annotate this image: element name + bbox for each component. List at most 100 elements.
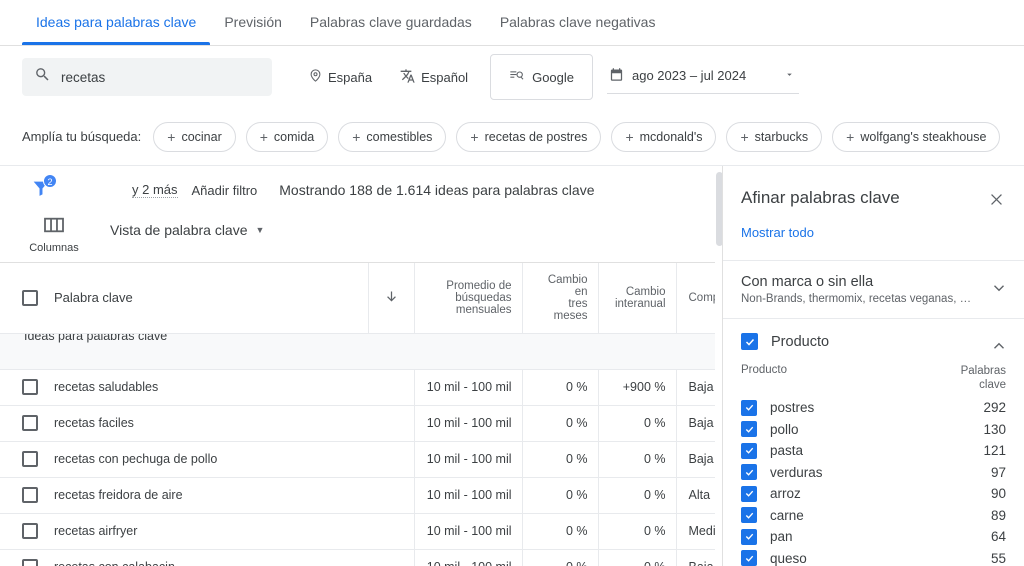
expand-chip-recetas-de-postres[interactable]: + recetas de postres bbox=[456, 121, 602, 152]
change-3m-line1: Cambio en bbox=[547, 273, 588, 298]
product-checkbox[interactable] bbox=[741, 442, 757, 459]
location-selector[interactable]: España bbox=[294, 59, 386, 95]
date-range-selector[interactable]: ago 2023 – jul 2024 bbox=[607, 60, 800, 94]
product-name: pollo bbox=[770, 421, 799, 437]
cell-change-yoy: 0 % bbox=[597, 549, 676, 566]
product-count: 64 bbox=[990, 529, 1006, 544]
product-item-arroz[interactable]: arroz 90 bbox=[741, 483, 1006, 505]
product-name: queso bbox=[770, 550, 807, 566]
keyword-label: recetas con calabacin bbox=[54, 560, 175, 566]
language-label: Español bbox=[421, 69, 469, 85]
cell-avg-searches: 10 mil - 100 mil bbox=[413, 405, 522, 442]
columns-button[interactable]: Columnas bbox=[24, 214, 84, 254]
tab-palabras-clave-guardadas[interactable]: Palabras clave guardadas bbox=[296, 0, 486, 45]
plus-icon: + bbox=[625, 128, 634, 145]
add-filter-button[interactable]: Añadir filtro bbox=[192, 183, 258, 198]
product-item-pasta[interactable]: pasta 121 bbox=[741, 440, 1006, 462]
table-row[interactable]: recetas freidora de aire 10 mil - 100 mi… bbox=[0, 477, 722, 514]
table-row[interactable]: recetas con pechuga de pollo 10 mil - 10… bbox=[0, 441, 722, 478]
product-checkbox[interactable] bbox=[741, 464, 757, 480]
close-icon bbox=[988, 191, 1005, 213]
tab-palabras-clave-negativas[interactable]: Palabras clave negativas bbox=[486, 0, 670, 45]
avg-searches-line2: búsquedas bbox=[455, 291, 512, 304]
table-row[interactable]: recetas con calabacin 10 mil - 100 mil 0… bbox=[0, 549, 722, 566]
expand-chip-label: wolfgang's steakhouse bbox=[860, 129, 987, 144]
cell-keyword: recetas saludables bbox=[0, 369, 368, 406]
keyword-label: recetas freidora de aire bbox=[54, 488, 183, 502]
product-item-pollo[interactable]: pollo 130 bbox=[741, 418, 1006, 440]
tab-prevision[interactable]: Previsión bbox=[210, 0, 296, 45]
expand-chip-cocinar[interactable]: + cocinar bbox=[153, 121, 236, 152]
expand-chip-comestibles[interactable]: + comestibles bbox=[338, 121, 447, 152]
cell-keyword: recetas freidora de aire bbox=[0, 477, 368, 514]
expand-chip-mcdonalds[interactable]: + mcdonald's bbox=[611, 121, 717, 152]
table-body: Ideas para palabras clave recetas saluda… bbox=[0, 333, 722, 566]
row-checkbox[interactable] bbox=[22, 379, 38, 395]
row-checkbox[interactable] bbox=[22, 487, 38, 503]
tab-ideas-para-palabras-clave[interactable]: Ideas para palabras clave bbox=[22, 0, 211, 45]
row-checkbox[interactable] bbox=[22, 451, 38, 467]
filter-button[interactable]: 2 bbox=[24, 173, 58, 207]
calendar-icon bbox=[609, 67, 624, 85]
table-row[interactable]: recetas faciles 10 mil - 100 mil 0 % 0 %… bbox=[0, 405, 722, 442]
language-selector[interactable]: Español bbox=[386, 59, 482, 95]
network-selector[interactable]: Google bbox=[490, 54, 593, 100]
expand-chip-comida[interactable]: + comida bbox=[245, 121, 329, 152]
row-checkbox[interactable] bbox=[22, 559, 38, 566]
product-item-queso[interactable]: queso 55 bbox=[741, 547, 1006, 566]
location-pin-icon bbox=[308, 68, 323, 86]
table-row[interactable]: recetas airfryer 10 mil - 100 mil 0 % 0 … bbox=[0, 513, 722, 550]
tab-bar: Ideas para palabras clave Previsión Pala… bbox=[0, 0, 1024, 46]
date-range-label: ago 2023 – jul 2024 bbox=[632, 68, 747, 83]
select-all-checkbox[interactable] bbox=[22, 289, 38, 306]
product-checkbox[interactable] bbox=[741, 550, 757, 566]
columns-label: Columnas bbox=[29, 242, 79, 254]
product-checkbox[interactable] bbox=[741, 399, 757, 416]
cell-change-yoy: 0 % bbox=[597, 441, 676, 478]
cell-spacer bbox=[368, 369, 414, 406]
section-brand[interactable]: Con marca o sin ella Non-Brands, thermom… bbox=[723, 260, 1024, 318]
product-checkbox[interactable] bbox=[741, 528, 757, 545]
cell-avg-searches: 10 mil - 100 mil bbox=[413, 549, 522, 566]
group-row-cell: Ideas para palabras clave bbox=[0, 333, 722, 370]
chevron-down-icon: ▼ bbox=[255, 225, 265, 235]
table-row[interactable]: recetas saludables 10 mil - 100 mil 0 % … bbox=[0, 369, 722, 406]
group-row-label: Ideas para palabras clave bbox=[24, 333, 168, 343]
column-header-avg-monthly-searches[interactable]: Promedio de búsquedas mensuales bbox=[413, 263, 522, 334]
search-input-value: recetas bbox=[61, 69, 106, 85]
row-checkbox[interactable] bbox=[22, 523, 38, 539]
row-checkbox[interactable] bbox=[22, 415, 38, 431]
panel-divider bbox=[722, 166, 723, 566]
keyword-planner-page: Ideas para palabras clave Previsión Pala… bbox=[0, 0, 1024, 566]
cell-spacer bbox=[368, 549, 414, 566]
product-checkbox[interactable] bbox=[741, 421, 757, 437]
column-header-keyword[interactable]: Palabra clave bbox=[0, 263, 368, 334]
search-input[interactable]: recetas bbox=[22, 58, 272, 96]
column-header-change-3-months[interactable]: Cambio en tres meses bbox=[521, 263, 598, 334]
plus-icon: + bbox=[167, 128, 176, 145]
column-header-change-yoy[interactable]: Cambio interanual bbox=[597, 263, 676, 334]
product-item-postres[interactable]: postres 292 bbox=[741, 397, 1006, 419]
close-panel-button[interactable] bbox=[984, 190, 1008, 214]
sort-arrow-down-icon bbox=[384, 291, 399, 307]
show-all-link[interactable]: Mostrar todo bbox=[741, 225, 1006, 240]
expand-chip-label: recetas de postres bbox=[484, 129, 588, 144]
section-producto[interactable]: Producto bbox=[723, 318, 1024, 364]
product-checkbox[interactable] bbox=[741, 485, 757, 502]
product-item-carne[interactable]: carne 89 bbox=[741, 504, 1006, 526]
chevron-down-icon[interactable] bbox=[990, 279, 1008, 302]
expand-chip-label: mcdonald's bbox=[639, 129, 703, 144]
expand-chip-starbucks[interactable]: + starbucks bbox=[726, 121, 823, 152]
product-checkbox[interactable] bbox=[741, 507, 757, 523]
product-name: pasta bbox=[770, 443, 804, 458]
product-item-pan[interactable]: pan 64 bbox=[741, 526, 1006, 548]
producto-checkbox[interactable] bbox=[741, 333, 758, 350]
column-header-sort[interactable] bbox=[367, 263, 414, 334]
cell-change-yoy: 0 % bbox=[597, 513, 676, 550]
cell-change-3m: 0 % bbox=[521, 405, 598, 442]
more-filters-link[interactable]: y 2 más bbox=[132, 182, 178, 198]
keyword-view-selector[interactable]: Vista de palabra clave ▼ bbox=[110, 222, 264, 238]
product-item-verduras[interactable]: verduras 97 bbox=[741, 461, 1006, 483]
expand-chip-wolfgangs-steakhouse[interactable]: + wolfgang's steakhouse bbox=[832, 121, 1001, 152]
chevron-up-icon[interactable] bbox=[990, 337, 1008, 360]
